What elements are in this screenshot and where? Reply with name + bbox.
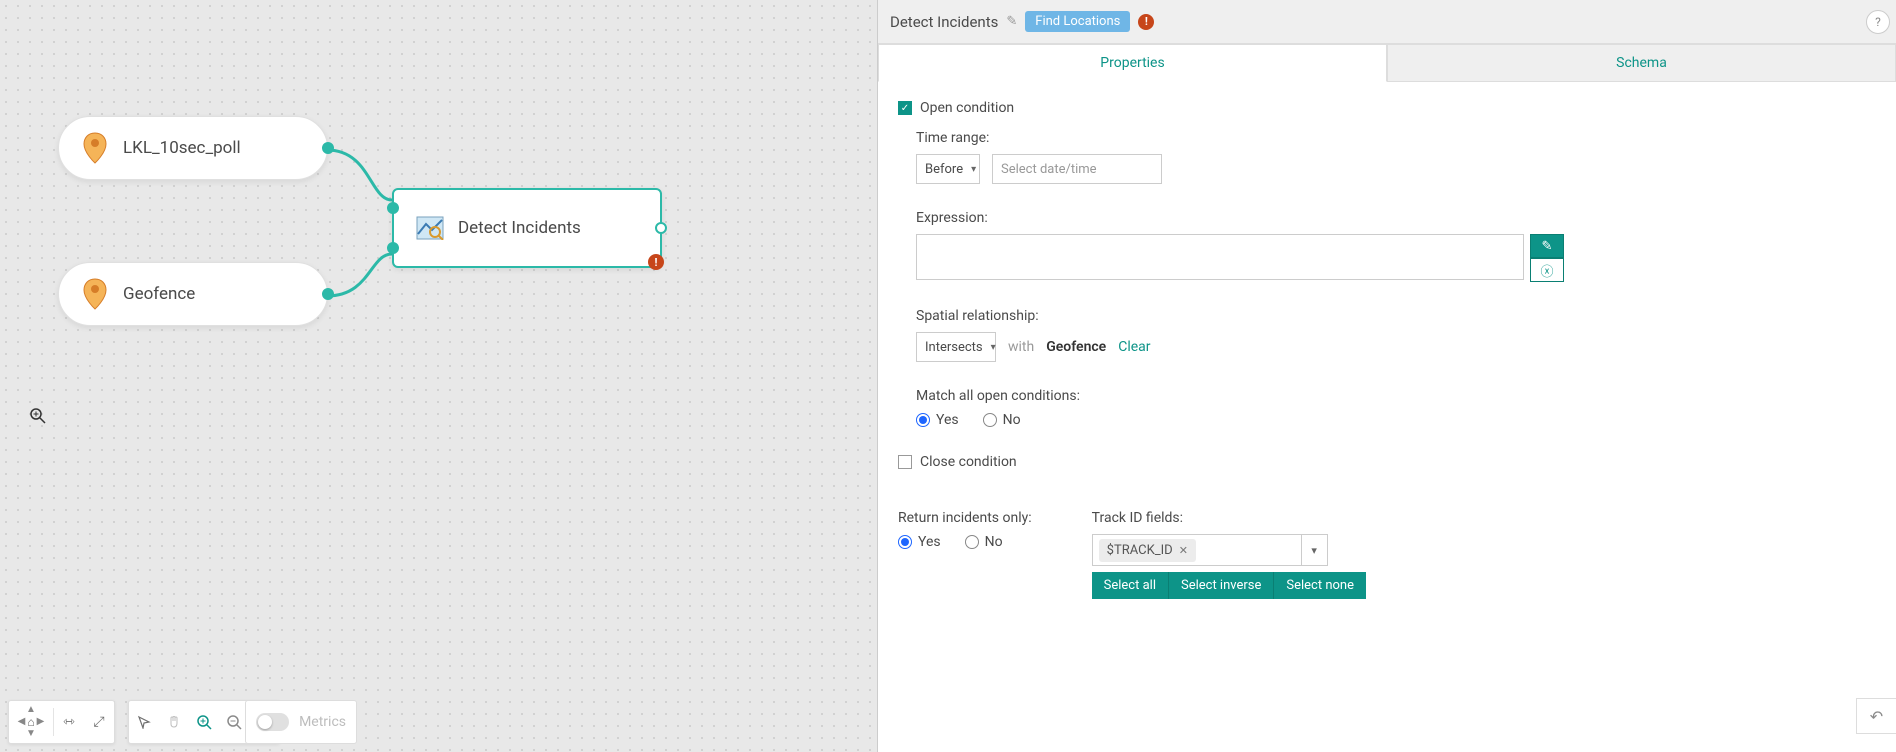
arrow-left-icon[interactable]: ◀ (18, 717, 26, 727)
pin-icon (81, 277, 109, 311)
node-label: Geofence (123, 284, 195, 304)
tab-schema[interactable]: Schema (1387, 44, 1896, 82)
workflow-canvas[interactable]: LKL_10sec_poll Geofence Detect Incidents… (0, 0, 878, 752)
node-label: Detect Incidents (458, 218, 581, 238)
metrics-toggle[interactable] (256, 713, 289, 731)
spatial-with-text: with (1008, 339, 1034, 355)
properties-panel: Detect Incidents ✎ Find Locations ! ? Pr… (878, 0, 1896, 752)
time-range-select[interactable]: Before▾ (916, 154, 980, 184)
error-badge-icon: ! (648, 254, 664, 270)
panel-body: ✓ Open condition Time range: Before▾ Sel… (878, 82, 1896, 752)
select-none-button[interactable]: Select none (1274, 572, 1366, 599)
close-condition-label: Close condition (920, 454, 1017, 470)
spatial-label: Spatial relationship: (916, 308, 1876, 324)
spatial-layer-name: Geofence (1046, 339, 1106, 355)
select-inverse-button[interactable]: Select inverse (1169, 572, 1274, 599)
input-port-2[interactable] (387, 242, 399, 254)
arrow-up-icon[interactable]: ▲ (26, 705, 36, 715)
tab-properties[interactable]: Properties (878, 44, 1387, 82)
spatial-clear-link[interactable]: Clear (1118, 339, 1150, 355)
zoom-in-icon[interactable] (189, 700, 219, 744)
input-port-1[interactable] (387, 202, 399, 214)
arrow-down-icon[interactable]: ▼ (26, 729, 36, 739)
metrics-toggle-box: Metrics (245, 700, 357, 744)
dropdown-icon[interactable]: ▾ (1301, 535, 1327, 565)
track-id-combo[interactable]: $TRACK_ID ✕ ▾ (1092, 534, 1328, 566)
time-range-label: Time range: (916, 130, 1876, 146)
home-icon[interactable]: ⌂ (27, 715, 34, 729)
undo-button[interactable]: ↶ (1856, 698, 1896, 734)
output-port[interactable] (322, 288, 334, 300)
open-condition-checkbox[interactable]: ✓ (898, 101, 912, 115)
arrow-right-icon[interactable]: ▶ (37, 717, 45, 727)
help-icon[interactable]: ? (1866, 10, 1890, 34)
clear-expression-button[interactable]: ⓧ (1530, 258, 1564, 282)
close-condition-checkbox[interactable] (898, 455, 912, 469)
pan-nav-widget[interactable]: ▲ ◀ ⌂ ▶ ▼ (9, 705, 53, 739)
match-no-radio[interactable]: No (983, 412, 1021, 428)
pointer-icon[interactable] (129, 700, 159, 744)
node-label: LKL_10sec_poll (123, 138, 241, 158)
open-condition-label: Open condition (920, 100, 1014, 116)
source-node-geofence[interactable]: Geofence (58, 262, 328, 326)
panel-title: Detect Incidents (890, 13, 998, 31)
pin-icon (81, 131, 109, 165)
magnify-cursor-icon (30, 408, 46, 428)
track-id-chip: $TRACK_ID ✕ (1099, 539, 1196, 562)
metrics-label: Metrics (299, 714, 346, 730)
source-node-lkl[interactable]: LKL_10sec_poll (58, 116, 328, 180)
return-yes-radio[interactable]: Yes (898, 534, 941, 550)
return-incidents-label: Return incidents only: (898, 510, 1032, 526)
category-chip: Find Locations (1025, 11, 1130, 32)
output-port[interactable] (322, 142, 334, 154)
detect-icon (416, 216, 444, 240)
nav-toolbar: ▲ ◀ ⌂ ▶ ▼ ⇿ ⤢ (8, 700, 115, 744)
return-no-radio[interactable]: No (965, 534, 1003, 550)
expression-textarea[interactable] (916, 234, 1524, 280)
panel-tabs: Properties Schema (878, 44, 1896, 82)
edit-title-icon[interactable]: ✎ (1006, 14, 1017, 29)
edit-expression-button[interactable]: ✎ (1530, 234, 1564, 258)
panel-header: Detect Incidents ✎ Find Locations ! ? (878, 0, 1896, 44)
expression-label: Expression: (916, 210, 1876, 226)
match-all-label: Match all open conditions: (916, 388, 1876, 404)
detect-incidents-node[interactable]: Detect Incidents ! (392, 188, 662, 268)
remove-chip-icon[interactable]: ✕ (1179, 544, 1188, 557)
spatial-select[interactable]: Intersects▾ (916, 332, 996, 362)
track-id-label: Track ID fields: (1092, 510, 1366, 526)
select-all-button[interactable]: Select all (1092, 572, 1169, 599)
expand-icon[interactable]: ⤢ (84, 700, 114, 744)
hand-icon[interactable] (159, 700, 189, 744)
date-time-input[interactable]: Select date/time (992, 154, 1162, 184)
match-yes-radio[interactable]: Yes (916, 412, 959, 428)
error-badge-icon: ! (1138, 14, 1154, 30)
fit-link-icon[interactable]: ⇿ (54, 700, 84, 744)
output-port[interactable] (655, 222, 667, 234)
